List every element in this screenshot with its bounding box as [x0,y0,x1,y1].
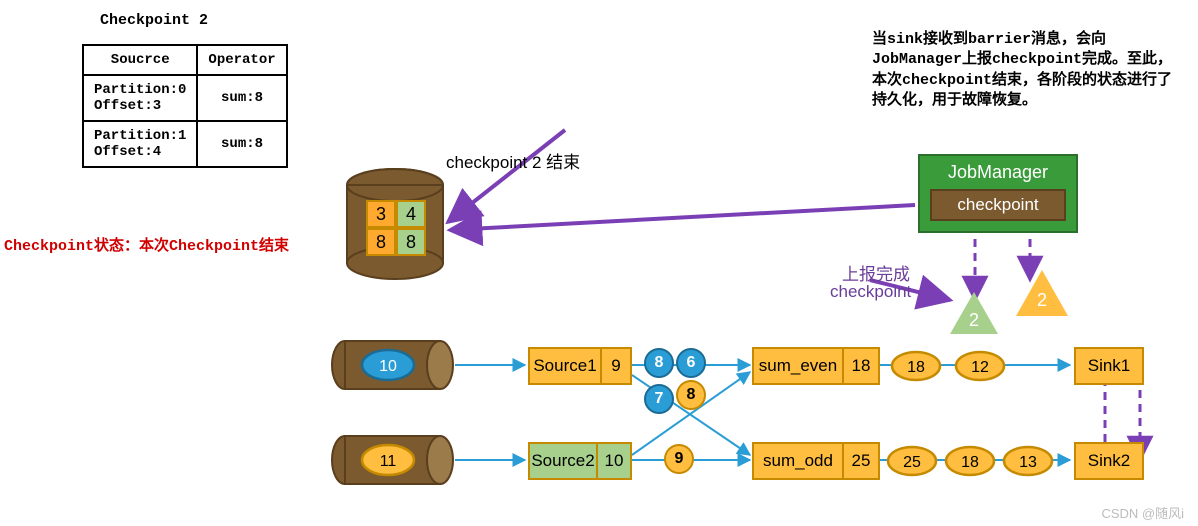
stream-ovals: 18 12 25 18 13 [0,0,1198,526]
svg-text:25: 25 [903,454,921,471]
watermark: CSDN @随风i [1101,503,1184,522]
svg-text:18: 18 [907,359,925,376]
svg-text:12: 12 [971,359,989,376]
svg-text:18: 18 [961,454,979,471]
svg-text:13: 13 [1019,454,1037,471]
